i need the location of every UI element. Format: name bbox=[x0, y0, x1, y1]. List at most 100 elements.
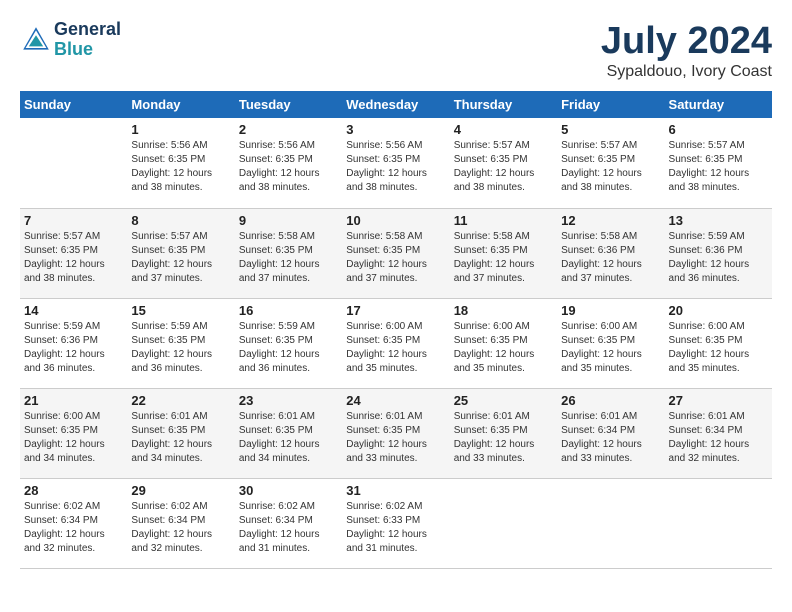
day-info: Sunrise: 5:59 AM Sunset: 6:36 PM Dayligh… bbox=[669, 230, 768, 286]
weekday-header-sunday: Sunday bbox=[20, 91, 127, 118]
day-number: 3 bbox=[346, 122, 445, 137]
calendar-cell: 7Sunrise: 5:57 AM Sunset: 6:35 PM Daylig… bbox=[20, 208, 127, 298]
week-row-4: 21 Sunrise: 6:00 AM Sunset: 6:35 PM Dayli… bbox=[20, 388, 772, 478]
calendar-cell: 14 Sunrise: 5:59 AM Sunset: 6:36 PM Dayli… bbox=[20, 298, 127, 388]
logo-icon bbox=[20, 24, 52, 56]
day-number: 18 bbox=[454, 303, 553, 318]
day-info: Sunrise: 6:01 AM Sunset: 6:35 PM Dayligh… bbox=[239, 410, 338, 466]
calendar-cell: 8Sunrise: 5:57 AM Sunset: 6:35 PM Daylig… bbox=[127, 208, 234, 298]
day-info: Sunrise: 6:00 AM Sunset: 6:35 PM Dayligh… bbox=[24, 410, 123, 466]
calendar-cell: 20Sunrise: 6:00 AM Sunset: 6:35 PM Dayli… bbox=[665, 298, 772, 388]
calendar-cell: 31Sunrise: 6:02 AM Sunset: 6:33 PM Dayli… bbox=[342, 478, 449, 568]
day-info: Sunrise: 5:56 AM Sunset: 6:35 PM Dayligh… bbox=[239, 139, 338, 195]
location: Sypaldouo, Ivory Coast bbox=[601, 63, 772, 81]
calendar-cell: 30 Sunrise: 6:02 AM Sunset: 6:34 PM Dayli… bbox=[235, 478, 342, 568]
day-number: 28 bbox=[24, 483, 123, 498]
day-number: 25 bbox=[454, 393, 553, 408]
day-number: 10 bbox=[346, 213, 445, 228]
day-number: 22 bbox=[131, 393, 230, 408]
day-number: 21 bbox=[24, 393, 123, 408]
logo-text: General Blue bbox=[54, 20, 121, 60]
calendar-cell: 24 Sunrise: 6:01 AM Sunset: 6:35 PM Dayli… bbox=[342, 388, 449, 478]
day-info: Sunrise: 5:57 AM Sunset: 6:35 PM Dayligh… bbox=[131, 230, 230, 286]
day-info: Sunrise: 6:01 AM Sunset: 6:35 PM Dayligh… bbox=[346, 410, 445, 466]
day-info: Sunrise: 5:57 AM Sunset: 6:35 PM Dayligh… bbox=[24, 230, 123, 286]
calendar-cell: 22 Sunrise: 6:01 AM Sunset: 6:35 PM Dayli… bbox=[127, 388, 234, 478]
day-info: Sunrise: 6:00 AM Sunset: 6:35 PM Dayligh… bbox=[561, 320, 660, 376]
weekday-header-friday: Friday bbox=[557, 91, 664, 118]
day-number: 19 bbox=[561, 303, 660, 318]
calendar-cell: 23 Sunrise: 6:01 AM Sunset: 6:35 PM Dayli… bbox=[235, 388, 342, 478]
day-number: 2 bbox=[239, 122, 338, 137]
calendar-cell: 11Sunrise: 5:58 AM Sunset: 6:35 PM Dayli… bbox=[450, 208, 557, 298]
day-info: Sunrise: 5:59 AM Sunset: 6:35 PM Dayligh… bbox=[131, 320, 230, 376]
calendar-cell: 4 Sunrise: 5:57 AM Sunset: 6:35 PM Daylig… bbox=[450, 118, 557, 208]
day-number: 6 bbox=[669, 122, 768, 137]
calendar-cell: 18Sunrise: 6:00 AM Sunset: 6:35 PM Dayli… bbox=[450, 298, 557, 388]
day-number: 13 bbox=[669, 213, 768, 228]
day-info: Sunrise: 5:59 AM Sunset: 6:36 PM Dayligh… bbox=[24, 320, 123, 376]
calendar-cell: 13 Sunrise: 5:59 AM Sunset: 6:36 PM Dayli… bbox=[665, 208, 772, 298]
page-header: General Blue July 2024 Sypaldouo, Ivory … bbox=[20, 20, 772, 81]
calendar-cell: 27Sunrise: 6:01 AM Sunset: 6:34 PM Dayli… bbox=[665, 388, 772, 478]
day-info: Sunrise: 5:58 AM Sunset: 6:35 PM Dayligh… bbox=[346, 230, 445, 286]
day-info: Sunrise: 5:56 AM Sunset: 6:35 PM Dayligh… bbox=[346, 139, 445, 195]
day-info: Sunrise: 6:02 AM Sunset: 6:34 PM Dayligh… bbox=[131, 500, 230, 556]
day-info: Sunrise: 5:57 AM Sunset: 6:35 PM Dayligh… bbox=[561, 139, 660, 195]
day-info: Sunrise: 6:02 AM Sunset: 6:34 PM Dayligh… bbox=[24, 500, 123, 556]
day-info: Sunrise: 6:00 AM Sunset: 6:35 PM Dayligh… bbox=[669, 320, 768, 376]
calendar-cell: 15 Sunrise: 5:59 AM Sunset: 6:35 PM Dayli… bbox=[127, 298, 234, 388]
weekday-header-row: SundayMondayTuesdayWednesdayThursdayFrid… bbox=[20, 91, 772, 118]
calendar-cell: 9 Sunrise: 5:58 AM Sunset: 6:35 PM Daylig… bbox=[235, 208, 342, 298]
logo: General Blue bbox=[20, 20, 121, 60]
day-info: Sunrise: 6:01 AM Sunset: 6:35 PM Dayligh… bbox=[454, 410, 553, 466]
day-info: Sunrise: 6:02 AM Sunset: 6:34 PM Dayligh… bbox=[239, 500, 338, 556]
calendar-cell: 21 Sunrise: 6:00 AM Sunset: 6:35 PM Dayli… bbox=[20, 388, 127, 478]
day-info: Sunrise: 5:57 AM Sunset: 6:35 PM Dayligh… bbox=[454, 139, 553, 195]
day-info: Sunrise: 5:59 AM Sunset: 6:35 PM Dayligh… bbox=[239, 320, 338, 376]
month-title: July 2024 bbox=[601, 20, 772, 63]
week-row-5: 28 Sunrise: 6:02 AM Sunset: 6:34 PM Dayli… bbox=[20, 478, 772, 568]
calendar-cell bbox=[557, 478, 664, 568]
calendar-cell bbox=[665, 478, 772, 568]
calendar-cell: 28 Sunrise: 6:02 AM Sunset: 6:34 PM Dayli… bbox=[20, 478, 127, 568]
calendar-cell: 29 Sunrise: 6:02 AM Sunset: 6:34 PM Dayli… bbox=[127, 478, 234, 568]
calendar-cell: 10 Sunrise: 5:58 AM Sunset: 6:35 PM Dayli… bbox=[342, 208, 449, 298]
day-number: 4 bbox=[454, 122, 553, 137]
day-number: 11 bbox=[454, 213, 553, 228]
calendar-cell: 3 Sunrise: 5:56 AM Sunset: 6:35 PM Daylig… bbox=[342, 118, 449, 208]
weekday-header-monday: Monday bbox=[127, 91, 234, 118]
calendar-table: SundayMondayTuesdayWednesdayThursdayFrid… bbox=[20, 91, 772, 569]
calendar-cell: 1Sunrise: 5:56 AM Sunset: 6:35 PM Daylig… bbox=[127, 118, 234, 208]
day-number: 30 bbox=[239, 483, 338, 498]
day-info: Sunrise: 6:01 AM Sunset: 6:34 PM Dayligh… bbox=[669, 410, 768, 466]
calendar-cell: 25 Sunrise: 6:01 AM Sunset: 6:35 PM Dayli… bbox=[450, 388, 557, 478]
day-number: 29 bbox=[131, 483, 230, 498]
day-number: 17 bbox=[346, 303, 445, 318]
day-info: Sunrise: 6:01 AM Sunset: 6:35 PM Dayligh… bbox=[131, 410, 230, 466]
day-info: Sunrise: 5:58 AM Sunset: 6:35 PM Dayligh… bbox=[239, 230, 338, 286]
calendar-cell: 5 Sunrise: 5:57 AM Sunset: 6:35 PM Daylig… bbox=[557, 118, 664, 208]
day-number: 16 bbox=[239, 303, 338, 318]
calendar-cell: 17Sunrise: 6:00 AM Sunset: 6:35 PM Dayli… bbox=[342, 298, 449, 388]
day-number: 15 bbox=[131, 303, 230, 318]
calendar-cell: 26Sunrise: 6:01 AM Sunset: 6:34 PM Dayli… bbox=[557, 388, 664, 478]
weekday-header-thursday: Thursday bbox=[450, 91, 557, 118]
day-number: 14 bbox=[24, 303, 123, 318]
calendar-cell: 16 Sunrise: 5:59 AM Sunset: 6:35 PM Dayli… bbox=[235, 298, 342, 388]
day-number: 9 bbox=[239, 213, 338, 228]
calendar-cell: 12Sunrise: 5:58 AM Sunset: 6:36 PM Dayli… bbox=[557, 208, 664, 298]
day-number: 23 bbox=[239, 393, 338, 408]
calendar-cell: 6Sunrise: 5:57 AM Sunset: 6:35 PM Daylig… bbox=[665, 118, 772, 208]
week-row-2: 7Sunrise: 5:57 AM Sunset: 6:35 PM Daylig… bbox=[20, 208, 772, 298]
day-number: 24 bbox=[346, 393, 445, 408]
calendar-cell: 2 Sunrise: 5:56 AM Sunset: 6:35 PM Daylig… bbox=[235, 118, 342, 208]
day-info: Sunrise: 5:58 AM Sunset: 6:36 PM Dayligh… bbox=[561, 230, 660, 286]
week-row-1: 1Sunrise: 5:56 AM Sunset: 6:35 PM Daylig… bbox=[20, 118, 772, 208]
week-row-3: 14 Sunrise: 5:59 AM Sunset: 6:36 PM Dayli… bbox=[20, 298, 772, 388]
weekday-header-saturday: Saturday bbox=[665, 91, 772, 118]
weekday-header-wednesday: Wednesday bbox=[342, 91, 449, 118]
calendar-cell: 19 Sunrise: 6:00 AM Sunset: 6:35 PM Dayli… bbox=[557, 298, 664, 388]
day-number: 5 bbox=[561, 122, 660, 137]
calendar-cell bbox=[20, 118, 127, 208]
